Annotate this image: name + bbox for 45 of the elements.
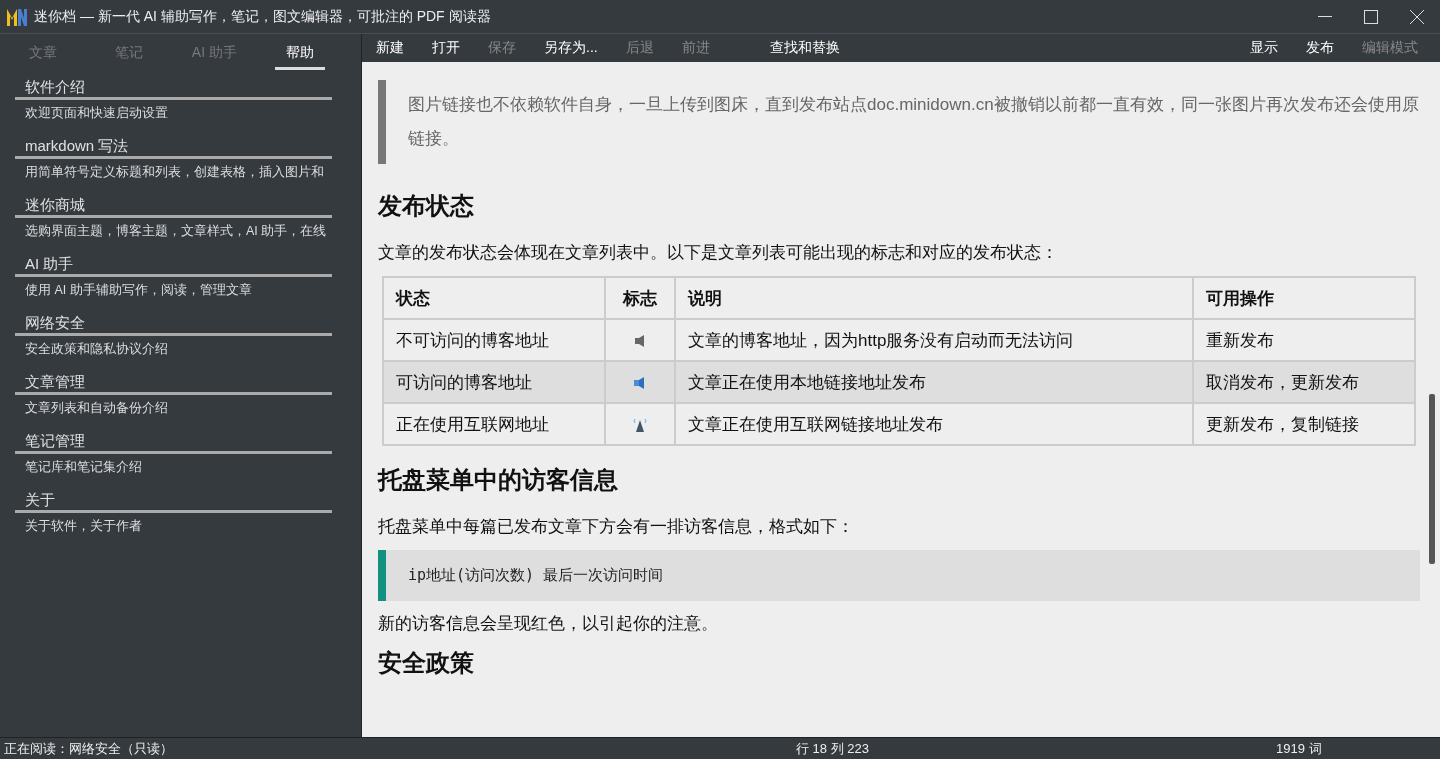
table-cell: 文章正在使用互联网链接地址发布 bbox=[675, 403, 1193, 445]
help-topic-title[interactable]: 关于 bbox=[15, 489, 332, 513]
help-topic-description: 选购界面主题，博客主题，文章样式，AI 助手，在线 bbox=[24, 223, 328, 240]
column-header: 标志 bbox=[605, 277, 675, 319]
toolbar-button[interactable]: 查找和替换 bbox=[759, 39, 850, 57]
toolbar-button[interactable]: 打开 bbox=[422, 39, 470, 57]
blockquote: 图片链接也不依赖软件自身，一旦上传到图床，直到发布站点doc.minidown.cn被撤销以前都一直有效，同一张图片再次发布还会使用原链接。 bbox=[378, 80, 1420, 164]
help-topic-title[interactable]: 软件介绍 bbox=[15, 76, 332, 100]
help-topic-description: 欢迎页面和快速启动设置 bbox=[24, 105, 169, 122]
window-title: 迷你档 — 新一代 AI 辅助写作，笔记，图文编辑器，可批注的 PDF 阅读器 bbox=[34, 7, 492, 26]
help-topic-title[interactable]: 迷你商城 bbox=[15, 194, 332, 218]
help-topic-description: 使用 AI 助手辅助写作，阅读，管理文章 bbox=[24, 282, 253, 299]
help-topic-title[interactable]: 笔记管理 bbox=[15, 430, 332, 454]
toolbar-button[interactable]: 另存为... bbox=[534, 39, 608, 57]
paragraph: 文章的发布状态会体现在文章列表中。以下是文章列表可能出现的标志和对应的发布状态： bbox=[378, 242, 1059, 264]
column-header: 可用操作 bbox=[1193, 277, 1415, 319]
help-topic-description: 用简单符号定义标题和列表，创建表格，插入图片和 bbox=[24, 164, 325, 181]
column-header: 说明 bbox=[675, 277, 1193, 319]
help-topic-description: 笔记库和笔记集介绍 bbox=[24, 459, 143, 476]
section-heading: 托盘菜单中的访客信息 bbox=[378, 465, 619, 495]
section-heading: 安全政策 bbox=[378, 648, 475, 678]
help-topic-title[interactable]: AI 助手 bbox=[15, 253, 332, 277]
sidebar-tab[interactable]: 帮助 bbox=[275, 38, 325, 70]
toolbar-button[interactable]: 发布 bbox=[1296, 39, 1344, 57]
toolbar-button[interactable]: 新建 bbox=[366, 39, 414, 57]
paragraph: 新的访客信息会呈现红色，以引起你的注意。 bbox=[378, 613, 719, 635]
help-topic-title[interactable]: 文章管理 bbox=[15, 371, 332, 395]
cursor-position: 行 18 列 223 bbox=[796, 740, 869, 756]
paragraph: 托盘菜单中每篇已发布文章下方会有一排访客信息，格式如下： bbox=[378, 516, 855, 538]
help-topic-description: 安全政策和隐私协议介绍 bbox=[24, 341, 169, 358]
section-heading: 发布状态 bbox=[378, 191, 475, 221]
help-topic-description: 关于软件，关于作者 bbox=[24, 518, 143, 535]
help-topic-title[interactable]: markdown 写法 bbox=[15, 135, 332, 159]
status-text: 正在阅读：网络安全（只读） bbox=[4, 740, 173, 756]
word-count: 1919 词 bbox=[1276, 740, 1322, 756]
toolbar-button[interactable]: 显示 bbox=[1240, 39, 1288, 57]
table-cell: 正在使用互联网地址 bbox=[383, 403, 605, 445]
table-cell: 文章正在使用本地链接地址发布 bbox=[675, 361, 1193, 403]
table-cell: 取消发布，更新发布 bbox=[1193, 361, 1415, 403]
column-header: 状态 bbox=[383, 277, 605, 319]
help-topic-title[interactable]: 网络安全 bbox=[15, 312, 332, 336]
table-cell: 可访问的博客地址 bbox=[383, 361, 605, 403]
table-cell: 更新发布，复制链接 bbox=[1193, 403, 1415, 445]
help-topic-description: 文章列表和自动备份介绍 bbox=[24, 400, 169, 417]
code-block: ip地址(访问次数) 最后一次访问时间 bbox=[378, 550, 1420, 601]
